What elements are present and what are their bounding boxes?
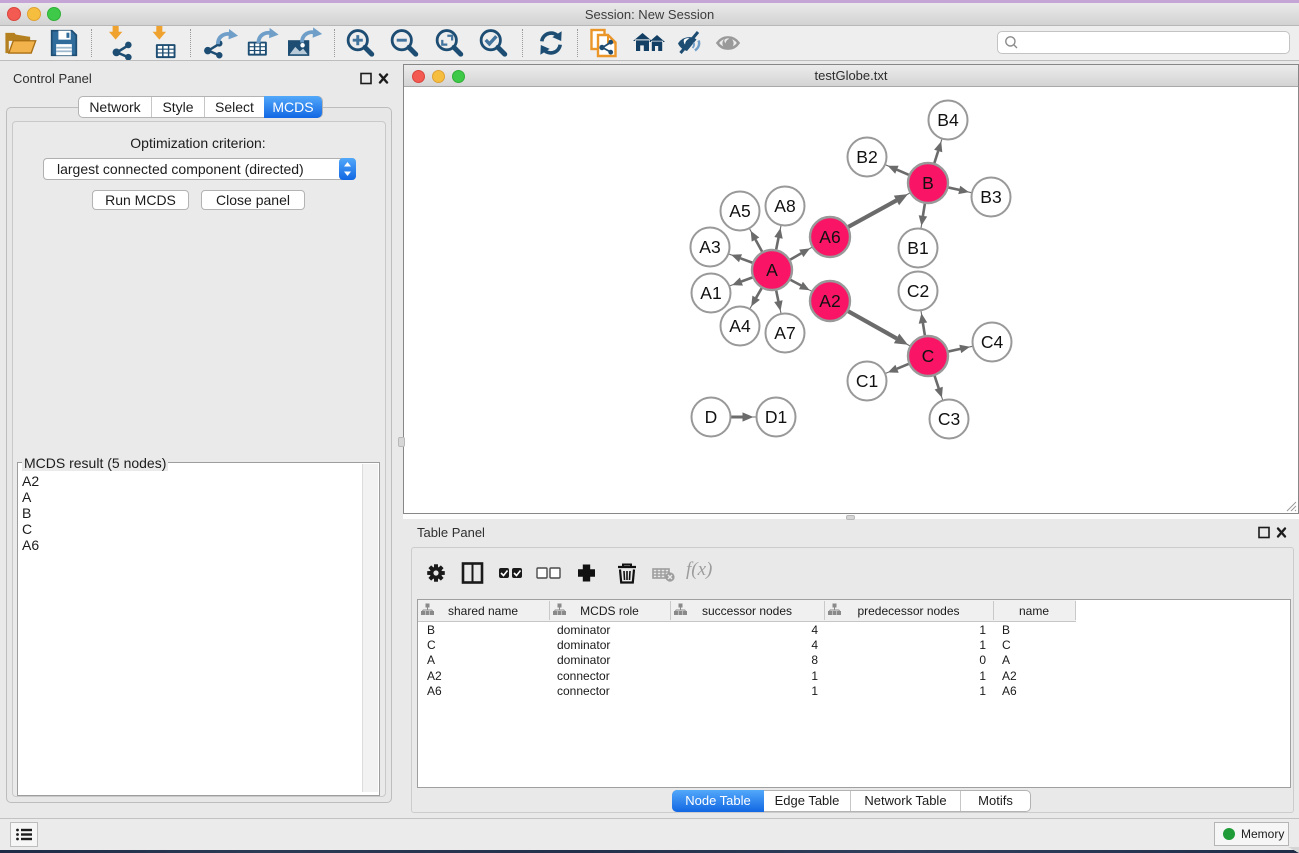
svg-text:A5: A5 (729, 201, 750, 221)
svg-text:B2: B2 (856, 147, 877, 167)
svg-text:A1: A1 (700, 283, 721, 303)
svg-text:A3: A3 (699, 237, 720, 257)
svg-text:C3: C3 (938, 409, 960, 429)
svg-text:C1: C1 (856, 371, 878, 391)
svg-text:C4: C4 (981, 332, 1004, 352)
svg-text:B3: B3 (980, 187, 1001, 207)
svg-text:C2: C2 (907, 281, 929, 301)
svg-text:A6: A6 (819, 227, 840, 247)
svg-text:A: A (766, 260, 778, 280)
svg-text:A2: A2 (819, 291, 840, 311)
svg-text:D1: D1 (765, 407, 787, 427)
svg-text:A8: A8 (774, 196, 795, 216)
svg-text:C: C (922, 346, 935, 366)
svg-text:A4: A4 (729, 316, 751, 336)
svg-text:D: D (705, 407, 718, 427)
svg-text:B: B (922, 173, 934, 193)
svg-text:B1: B1 (907, 238, 928, 258)
svg-text:B4: B4 (937, 110, 959, 130)
svg-text:A7: A7 (774, 323, 795, 343)
